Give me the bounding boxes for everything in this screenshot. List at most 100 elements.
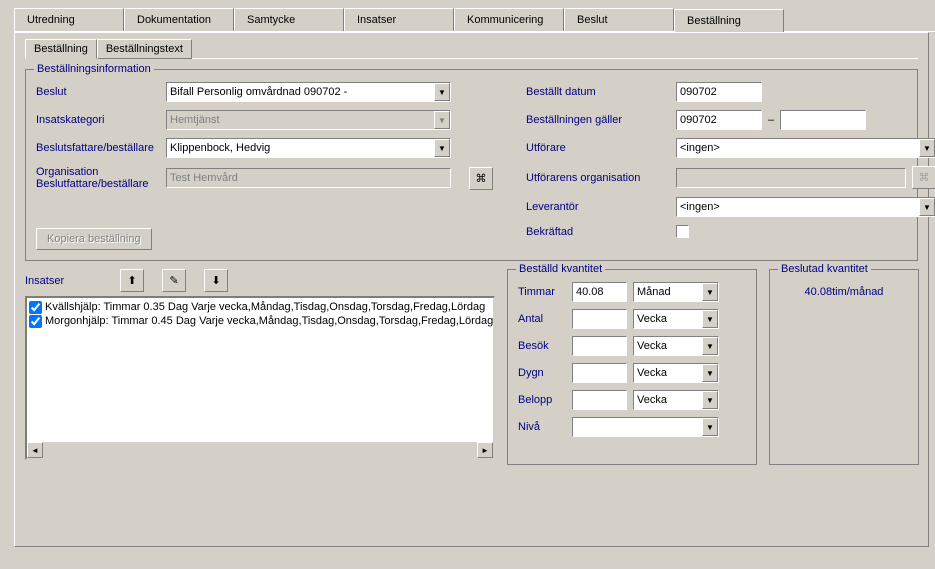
- chevron-down-icon: ▼: [434, 83, 450, 101]
- list-item-text: Morgonhjälp: Timmar 0.45 Dag Varje vecka…: [45, 314, 493, 328]
- chevron-down-icon: ▼: [702, 283, 718, 301]
- horizontal-scrollbar[interactable]: ◄ ►: [27, 442, 493, 458]
- label-besok: Besök: [518, 340, 566, 352]
- remove-icon: ⬇: [212, 274, 221, 287]
- combo-utforare-value: <ingen>: [680, 142, 720, 154]
- combo-leverantor[interactable]: <ingen> ▼: [676, 197, 935, 217]
- main-tab-strip: Utredning Dokumentation Samtycke Insatse…: [14, 8, 935, 32]
- kopiera-bestallning-button: Kopiera beställning: [36, 228, 152, 250]
- date-range-dash: –: [768, 114, 774, 126]
- org-tree-button[interactable]: ⌘: [469, 167, 493, 190]
- group-title: Beslutad kvantitet: [778, 263, 871, 275]
- combo-value: Månad: [637, 286, 671, 298]
- tab-samtycke[interactable]: Samtycke: [234, 8, 344, 31]
- chevron-down-icon: ▼: [702, 391, 718, 409]
- list-item-text: Kvällshjälp: Timmar 0.35 Dag Varje vecka…: [45, 300, 485, 314]
- label-timmar: Timmar: [518, 286, 566, 298]
- list-item[interactable]: Kvällshjälp: Timmar 0.35 Dag Varje vecka…: [29, 300, 491, 314]
- combo-belopp-unit[interactable]: Vecka ▼: [633, 390, 719, 410]
- label-antal: Antal: [518, 313, 566, 325]
- combo-insatskategori-value: Hemtjänst: [170, 114, 220, 126]
- checkbox-bekraftad[interactable]: [676, 225, 689, 238]
- label-belopp: Belopp: [518, 394, 566, 406]
- field-galler-from[interactable]: [676, 110, 762, 130]
- hierarchy-icon: ⌘: [919, 171, 930, 184]
- hierarchy-icon: ⌘: [476, 172, 487, 185]
- label-insatskategori: Insatskategori: [36, 114, 166, 126]
- combo-value: Vecka: [637, 340, 667, 352]
- combo-leverantor-value: <ingen>: [680, 201, 720, 213]
- chevron-down-icon: ▼: [702, 337, 718, 355]
- list-item[interactable]: Morgonhjälp: Timmar 0.45 Dag Varje vecka…: [29, 314, 491, 328]
- combo-beslutsfattare-value: Klippenbock, Hedvig: [170, 142, 270, 154]
- combo-niva[interactable]: ▼: [572, 417, 719, 437]
- listbox-insatser[interactable]: Kvällshjälp: Timmar 0.35 Dag Varje vecka…: [25, 296, 495, 460]
- label-dygn: Dygn: [518, 367, 566, 379]
- label-bekraftad: Bekräftad: [526, 226, 676, 238]
- group-title: Beställd kvantitet: [516, 263, 605, 275]
- field-timmar[interactable]: [572, 282, 627, 302]
- combo-beslut-value: Bifall Personlig omvårdnad 090702 -: [170, 86, 347, 98]
- label-niva: Nivå: [518, 421, 566, 433]
- add-icon: ⬆: [128, 274, 137, 287]
- insatser-edit-button[interactable]: ✎: [162, 269, 186, 292]
- combo-utforare[interactable]: <ingen> ▼: [676, 138, 935, 158]
- insatser-remove-button[interactable]: ⬇: [204, 269, 228, 292]
- field-belopp[interactable]: [572, 390, 627, 410]
- label-bestallningen-galler: Beställningen gäller: [526, 114, 676, 126]
- label-bestallt-datum: Beställt datum: [526, 86, 676, 98]
- group-title: Beställningsinformation: [34, 63, 154, 75]
- label-leverantor: Leverantör: [526, 201, 676, 213]
- tab-bestallning[interactable]: Beställning: [674, 9, 784, 32]
- insatser-add-button[interactable]: ⬆: [120, 269, 144, 292]
- list-item-checkbox[interactable]: [29, 315, 42, 328]
- tab-kommunicering[interactable]: Kommunicering: [454, 8, 564, 31]
- label-beslut: Beslut: [36, 86, 166, 98]
- combo-besok-unit[interactable]: Vecka ▼: [633, 336, 719, 356]
- scroll-right-icon[interactable]: ►: [477, 442, 493, 458]
- tab-insatser[interactable]: Insatser: [344, 8, 454, 31]
- tab-utredning[interactable]: Utredning: [14, 8, 124, 31]
- field-galler-to[interactable]: [780, 110, 866, 130]
- tab-dokumentation[interactable]: Dokumentation: [124, 8, 234, 31]
- combo-beslutsfattare[interactable]: Klippenbock, Hedvig ▼: [166, 138, 451, 158]
- field-organisation: [166, 168, 451, 188]
- sub-tab-strip: Beställning Beställningstext: [25, 39, 918, 59]
- chevron-down-icon: ▼: [434, 111, 450, 129]
- chevron-down-icon: ▼: [919, 198, 935, 216]
- field-besok[interactable]: [572, 336, 627, 356]
- label-organisation: OrganisationBeslutfattare/beställare: [36, 166, 166, 190]
- chevron-down-icon: ▼: [434, 139, 450, 157]
- edit-icon: ✎: [170, 274, 179, 287]
- beslutad-kvantitet-value: 40.08tim/månad: [780, 286, 908, 298]
- combo-insatskategori: Hemtjänst ▼: [166, 110, 451, 130]
- chevron-down-icon: ▼: [919, 139, 935, 157]
- group-bestalld-kvantitet: Beställd kvantitet Timmar Månad ▼ Antal …: [507, 269, 757, 465]
- group-beslutad-kvantitet: Beslutad kvantitet 40.08tim/månad: [769, 269, 919, 465]
- combo-timmar-unit[interactable]: Månad ▼: [633, 282, 719, 302]
- content-panel: Beställning Beställningstext Beställning…: [14, 32, 929, 547]
- group-bestallningsinformation: Beställningsinformation Beslut Bifall Pe…: [25, 69, 918, 261]
- label-beslutsfattare: Beslutsfattare/beställare: [36, 142, 166, 154]
- combo-dygn-unit[interactable]: Vecka ▼: [633, 363, 719, 383]
- label-utforare: Utförare: [526, 142, 676, 154]
- list-item-checkbox[interactable]: [29, 301, 42, 314]
- tab-beslut[interactable]: Beslut: [564, 8, 674, 31]
- combo-value: Vecka: [637, 394, 667, 406]
- utforare-org-tree-button: ⌘: [912, 166, 935, 189]
- label-utforarens-org: Utförarens organisation: [526, 172, 676, 184]
- combo-value: Vecka: [637, 313, 667, 325]
- combo-beslut[interactable]: Bifall Personlig omvårdnad 090702 - ▼: [166, 82, 451, 102]
- chevron-down-icon: ▼: [702, 310, 718, 328]
- chevron-down-icon: ▼: [702, 418, 718, 436]
- combo-value: Vecka: [637, 367, 667, 379]
- subtab-bestallningstext[interactable]: Beställningstext: [97, 39, 192, 59]
- label-insatser: Insatser: [25, 275, 64, 287]
- field-dygn[interactable]: [572, 363, 627, 383]
- scroll-left-icon[interactable]: ◄: [27, 442, 43, 458]
- field-bestallt-datum[interactable]: [676, 82, 762, 102]
- subtab-bestallning[interactable]: Beställning: [25, 39, 97, 59]
- chevron-down-icon: ▼: [702, 364, 718, 382]
- field-antal[interactable]: [572, 309, 627, 329]
- combo-antal-unit[interactable]: Vecka ▼: [633, 309, 719, 329]
